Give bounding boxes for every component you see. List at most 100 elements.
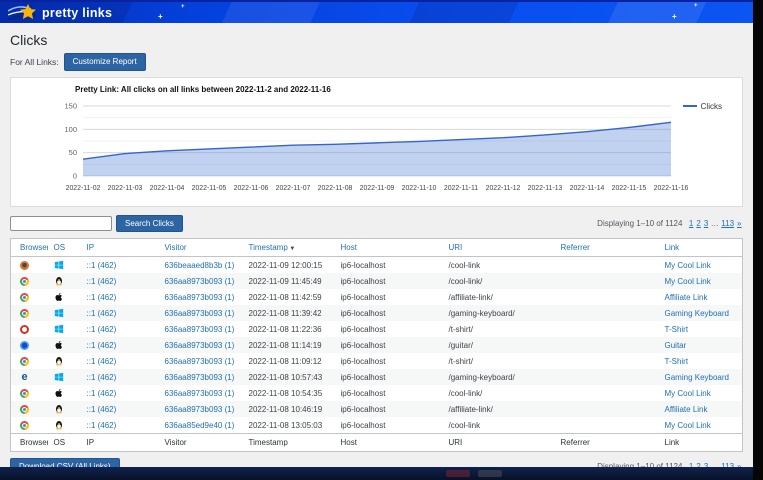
ip-link[interactable]: ::1 (462) [87,341,117,350]
svg-text:2022-11-14: 2022-11-14 [570,185,605,192]
pagination-page-3[interactable]: 3 [704,219,708,228]
ip-link[interactable]: ::1 (462) [87,373,117,382]
os-cell [48,273,81,289]
legend-label: Clicks [701,102,722,111]
visitor-cell: 636aa8973b093 (1) [159,337,243,353]
column-header-browser[interactable]: Browser [11,239,48,257]
column-header-uri[interactable]: URI [443,239,555,257]
svg-text:2022-11-10: 2022-11-10 [402,185,437,192]
visitor-cell: 636aa8973b093 (1) [159,401,243,417]
pretty-link-name[interactable]: My Cool Link [665,389,711,398]
uri-value: /cool-link/ [449,277,483,286]
column-label: Link [665,438,680,447]
pagination-next-link[interactable]: » [737,219,741,228]
visitor-link[interactable]: 636aa8973b093 (1) [165,405,235,414]
pretty-link-name[interactable]: T-Shirt [665,325,689,334]
click-row: ::1 (462) 636aa8973b093 (1) 2022-11-08 10:… [11,401,743,417]
linux-os-icon [54,276,64,286]
timestamp-value: 2022-11-08 11:42:59 [249,293,322,302]
pretty-link-name[interactable]: Guitar [665,341,687,350]
link-cell: T-Shirt [659,321,743,337]
visitor-link[interactable]: 636aa8973b093 (1) [165,277,235,286]
ip-cell: ::1 (462) [81,353,159,369]
click-row: ::1 (462)636aa8973b093 (1)2022-11-08 11:… [11,337,743,353]
column-header-timestamp[interactable]: Timestamp ▼ [243,239,335,257]
host-cell: ip6-localhost [335,289,443,305]
search-clicks-button[interactable]: Search Clicks [116,215,183,233]
uri-value: /t-shirt/ [449,325,473,334]
ip-link[interactable]: ::1 (462) [87,293,117,302]
os-cell [48,257,81,274]
host-cell: ip6-localhost [335,385,443,401]
column-label: Timestamp [249,243,288,252]
ip-cell: ::1 (462) [81,369,159,385]
pagination-page-2[interactable]: 2 [696,219,700,228]
uri-value: /gaming-keyboard/ [449,373,515,382]
column-header-referrer[interactable]: Referrer [555,239,659,257]
ip-link[interactable]: ::1 (462) [87,325,117,334]
linux-os-icon [54,356,64,366]
visitor-link[interactable]: 636aa8973b093 (1) [165,325,235,334]
timestamp-cell: 2022-11-09 12:00:15 [243,257,335,274]
visitor-link[interactable]: 636aa8973b093 (1) [165,293,235,302]
column-header-link[interactable]: Link [659,239,743,257]
timestamp-value: 2022-11-08 10:57:43 [249,373,323,382]
uri-cell: /cool-link [443,257,555,274]
pretty-links-logo[interactable]: pretty links [8,3,112,23]
visitor-cell: 636aa8973b093 (1) [159,273,243,289]
visitor-link[interactable]: 636beaaed8b3b (1) [165,261,235,270]
apple-os-icon [54,388,64,398]
uri-cell: /cool-link/ [443,273,555,289]
visitor-link[interactable]: 636aa8973b093 (1) [165,309,235,318]
pretty-link-name[interactable]: Gaming Keyboard [665,373,729,382]
ip-link[interactable]: ::1 (462) [87,421,117,430]
pretty-link-name[interactable]: Gaming Keyboard [665,309,729,318]
table-header: Browser OS IPVisitorTimestamp ▼HostURIRefe… [11,239,743,257]
visitor-link[interactable]: 636aa8973b093 (1) [165,341,235,350]
visitor-link[interactable]: 636aa85ed9e40 (1) [165,421,235,430]
search-input[interactable] [10,216,112,231]
pagination-page-1[interactable]: 1 [689,219,693,228]
pagination-page-113[interactable]: 113 [721,219,734,228]
pretty-link-name[interactable]: My Cool Link [665,421,711,430]
click-row: ::1 (462)636aa8973b093 (1)2022-11-08 10:… [11,385,743,401]
ip-link[interactable]: ::1 (462) [87,277,117,286]
topbar: pretty links + + + + [0,0,753,23]
pretty-link-name[interactable]: T-Shirt [665,357,689,366]
browser-cell [11,353,48,369]
ip-link[interactable]: ::1 (462) [87,309,117,318]
ip-link[interactable]: ::1 (462) [87,261,117,270]
ip-link[interactable]: ::1 (462) [87,389,117,398]
visitor-link[interactable]: 636aa8973b093 (1) [165,373,235,382]
column-label: OS [54,243,66,252]
visitor-link[interactable]: 636aa8973b093 (1) [165,389,235,398]
linux-os-icon [54,404,64,414]
chrome-browser-icon [20,277,29,286]
ip-link[interactable]: ::1 (462) [87,357,117,366]
column-header-os[interactable]: OS [48,239,81,257]
link-cell: Gaming Keyboard [659,305,743,321]
host-cell: ip6-localhost [335,321,443,337]
chrome-browser-icon [20,421,29,430]
ip-link[interactable]: ::1 (462) [87,405,117,414]
column-header-visitor[interactable]: Visitor [159,239,243,257]
column-header-host[interactable]: Host [335,239,443,257]
column-header-ip[interactable]: IP [81,239,159,257]
pretty-link-name[interactable]: Affiliate Link [665,293,708,302]
visitor-link[interactable]: 636aa8973b093 (1) [165,357,235,366]
svg-text:2022-11-05: 2022-11-05 [192,185,227,192]
clicks-area-chart: 0501001502022-11-022022-11-032022-11-042… [21,98,737,196]
svg-text:100: 100 [64,124,77,133]
pretty-link-name[interactable]: My Cool Link [665,277,711,286]
column-label: Browser [20,438,48,447]
referrer-cell [555,305,659,321]
pretty-link-name[interactable]: My Cool Link [665,261,711,270]
timestamp-value: 2022-11-09 12:00:15 [249,261,323,270]
timestamp-cell: 2022-11-08 10:46:19 [243,401,335,417]
customize-report-button[interactable]: Customize Report [64,53,146,71]
link-cell: Affiliate Link [659,289,743,305]
pretty-link-name[interactable]: Affiliate Link [665,405,708,414]
chrome-browser-icon [20,309,29,318]
browser-cell [11,289,48,305]
column-label: Visitor [165,438,187,447]
